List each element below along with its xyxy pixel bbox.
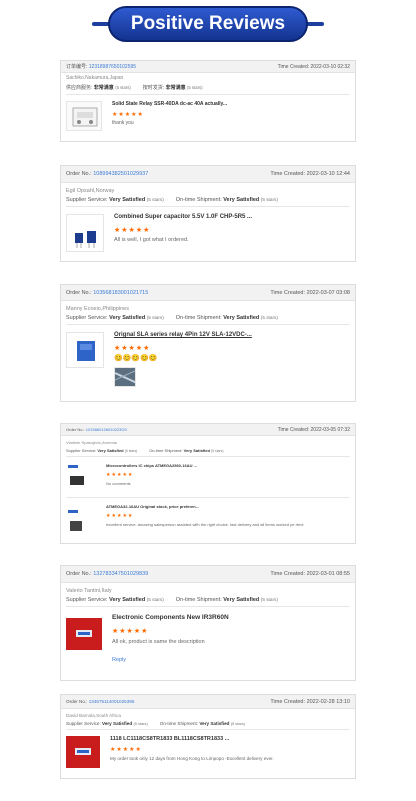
rating-stars: ★★★★★ bbox=[106, 472, 134, 478]
product-image[interactable] bbox=[66, 101, 102, 131]
review-item: Orignal SLA series relay 4Pin 12V SLA-12… bbox=[61, 327, 355, 391]
rating-stars: ★★★★★ bbox=[112, 112, 144, 118]
rating-stars: ★★★★★ bbox=[112, 628, 149, 635]
review-item: Microcontrollers IC chips ATMEGA2560-16A… bbox=[61, 459, 355, 495]
product-title[interactable]: ATMEGA32-16AU Original stock, price pref… bbox=[106, 504, 341, 509]
order-number: Order No.: 1015860126010223G9 bbox=[66, 427, 127, 432]
order-number-link[interactable]: 12318987650102595 bbox=[89, 64, 136, 70]
review-item: ATMEGA32-16AU Original stock, price pref… bbox=[61, 500, 355, 538]
order-number: Order No.: 132783347501029839 bbox=[66, 571, 149, 577]
product-title[interactable]: 1118 LC1118CS8TR1833 BL1118CS8TR1833 ... bbox=[110, 736, 345, 742]
buyer-name: David Barnola,South Africa bbox=[66, 713, 121, 718]
order-number-link[interactable]: 103568183001021715 bbox=[93, 290, 148, 296]
review-header: Order No.: 108994382501029937 Time Creat… bbox=[61, 166, 355, 183]
product-title[interactable]: Microcontrollers IC chips ATMEGA2560-16A… bbox=[106, 463, 197, 468]
buyer-name: Vladimir Spasojevic,Armenia bbox=[66, 440, 117, 445]
order-number: Order No.: 108994382501029937 bbox=[66, 171, 149, 177]
service-ratings: 供应商服务: 非常满意 (5 stars) 按时发货: 非常满意 (5 star… bbox=[66, 85, 203, 91]
review-header: Order No.: 103568183001021715 Time Creat… bbox=[61, 285, 355, 301]
order-number: Order No.: 134675114001025395 bbox=[66, 699, 135, 704]
rating-stars: ★★★★★ bbox=[110, 747, 142, 753]
service-ratings: Supplier Service: Very Satisfied (5 star… bbox=[66, 721, 246, 726]
product-image[interactable] bbox=[66, 214, 104, 252]
order-number-link[interactable]: 134675114001025395 bbox=[89, 699, 135, 704]
time-created: Time Created: 2022-02-28 13:10 bbox=[270, 698, 350, 705]
time-created: Time Created: 2022-03-10 12:44 bbox=[270, 171, 350, 177]
time-created: Time Created: 2022-03-05 07:32 bbox=[277, 426, 350, 433]
product-title[interactable]: Solid State Relay SSR-40DA dc-ac 40A act… bbox=[112, 101, 227, 107]
rating-stars: ★★★★★ bbox=[114, 227, 151, 234]
buyer-name: Manny Ecoeio,Philippines bbox=[66, 306, 129, 312]
service-ratings: Supplier Service: Very Satisfied (5 star… bbox=[66, 315, 278, 321]
order-number-link[interactable]: 108994382501029937 bbox=[93, 171, 148, 177]
order-number-link[interactable]: 132783347501029839 bbox=[93, 571, 148, 577]
buyer-name: Egil Opsahl,Norway bbox=[66, 188, 115, 194]
product-image[interactable] bbox=[66, 504, 96, 534]
review-card: Order No.: 134675114001025395 Time Creat… bbox=[60, 694, 356, 779]
review-comment: My order took only 12 days from Hong Kon… bbox=[110, 756, 274, 761]
rating-stars: ★★★★★ bbox=[106, 513, 134, 519]
banner-title: Positive Reviews bbox=[108, 6, 308, 42]
review-card: Order No.: 108994382501029937 Time Creat… bbox=[60, 165, 356, 262]
service-ratings: Supplier Service: Very Satisfied (5 star… bbox=[66, 448, 224, 453]
product-image[interactable] bbox=[66, 332, 104, 368]
review-comment: thank you bbox=[112, 120, 134, 126]
product-title[interactable]: Electronic Components New IR3R60N bbox=[112, 614, 229, 621]
review-header: Order No.: 1015860126010223G9 Time Creat… bbox=[61, 424, 355, 436]
order-number-link[interactable]: 1015860126010223G9 bbox=[86, 427, 127, 432]
review-comment: excellent service. amazing salesperson a… bbox=[106, 522, 304, 527]
review-card: Order No.: 132783347501029839 Time Creat… bbox=[60, 565, 356, 681]
review-card: Order No.: 103568183001021715 Time Creat… bbox=[60, 284, 356, 402]
review-card: 订单编号: 12318987650102595 Time Created: 20… bbox=[60, 60, 356, 142]
review-comment: All is well, I got what I ordered. bbox=[114, 237, 189, 243]
review-item: Electronic Components New IR3R60N ★★★★★ … bbox=[61, 609, 355, 667]
review-item: Solid State Relay SSR-40DA dc-ac 40A act… bbox=[61, 97, 355, 135]
product-image[interactable] bbox=[66, 736, 100, 768]
review-comment: 😊😊😊😊😊 bbox=[114, 355, 158, 362]
product-title[interactable]: Combined Super capacitor 5.5V 1.0F CHP-5… bbox=[114, 214, 252, 220]
product-title[interactable]: Orignal SLA series relay 4Pin 12V SLA-12… bbox=[114, 332, 252, 338]
review-comment: All ok, product is same the description bbox=[112, 639, 205, 645]
review-header: Order No.: 132783347501029839 Time Creat… bbox=[61, 566, 355, 583]
time-created: Time Created: 2022-03-01 08:55 bbox=[270, 571, 350, 577]
review-header: Order No.: 134675114001025395 Time Creat… bbox=[61, 695, 355, 709]
product-image[interactable] bbox=[66, 618, 102, 650]
service-ratings: Supplier Service: Very Satisfied (5 star… bbox=[66, 597, 278, 603]
time-created: Time Created: 2022-03-07 03:08 bbox=[270, 289, 350, 296]
review-header: 订单编号: 12318987650102595 Time Created: 20… bbox=[61, 61, 355, 73]
banner: Positive Reviews bbox=[92, 6, 324, 44]
review-card: Order No.: 1015860126010223G9 Time Creat… bbox=[60, 423, 356, 544]
product-image[interactable] bbox=[66, 463, 96, 491]
service-ratings: Supplier Service: Very Satisfied (5 star… bbox=[66, 197, 278, 203]
buyer-name: Valerio Tantini,Italy bbox=[66, 588, 112, 594]
buyer-name: Sachiko.Nakamura,Japan bbox=[66, 75, 124, 81]
time-created: Time Created: 2022-03-10 02:32 bbox=[277, 63, 350, 70]
reply-link[interactable]: Reply bbox=[112, 657, 229, 663]
review-comment: No comments bbox=[106, 481, 131, 486]
order-number: 订单编号: 12318987650102595 bbox=[66, 64, 137, 70]
review-item: 1118 LC1118CS8TR1833 BL1118CS8TR1833 ...… bbox=[61, 732, 355, 772]
review-photo[interactable] bbox=[114, 367, 136, 387]
order-number: Order No.: 103568183001021715 bbox=[66, 289, 149, 296]
review-item: Combined Super capacitor 5.5V 1.0F CHP-5… bbox=[61, 209, 355, 256]
rating-stars: ★★★★★ bbox=[114, 345, 151, 352]
